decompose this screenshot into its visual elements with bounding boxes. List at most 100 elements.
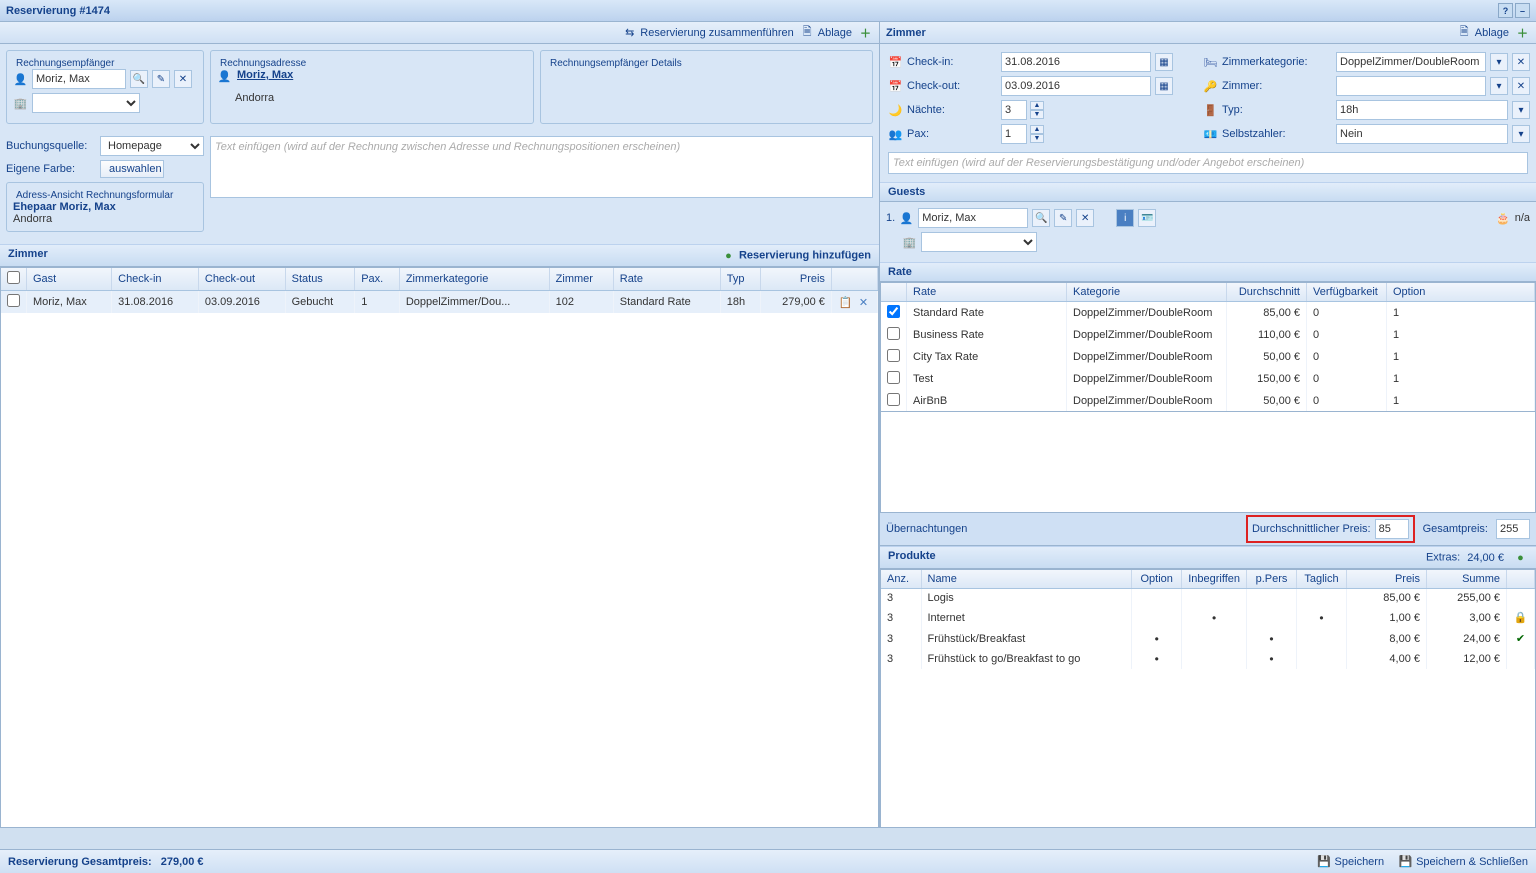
table-row[interactable]: AirBnB DoppelZimmer/DoubleRoom 50,00 € 0… xyxy=(881,390,1535,412)
dropdown-icon[interactable]: ▾ xyxy=(1512,125,1530,143)
col-pax[interactable]: Pax. xyxy=(355,268,400,291)
col-kategorie[interactable]: Zimmerkategorie xyxy=(399,268,549,291)
type-input[interactable] xyxy=(1336,100,1508,120)
col-inbegriffen[interactable]: Inbegriffen xyxy=(1182,570,1247,589)
cell-name: Internet xyxy=(921,607,1132,628)
rate-checkbox[interactable] xyxy=(887,305,900,318)
guest-name-input[interactable] xyxy=(918,208,1028,228)
col-summe[interactable]: Summe xyxy=(1427,570,1507,589)
table-row[interactable]: 3 Frühstück to go/Breakfast to go • • 4,… xyxy=(881,649,1535,669)
cell-avg: 110,00 € xyxy=(1227,324,1307,346)
minimize-icon[interactable]: – xyxy=(1515,3,1530,18)
table-row[interactable]: 3 Logis 85,00 € 255,00 € xyxy=(881,589,1535,608)
extras-label: Extras: xyxy=(1426,552,1460,564)
select-all-checkbox[interactable] xyxy=(7,271,20,284)
selfpay-input[interactable] xyxy=(1336,124,1508,144)
col-rate[interactable]: Rate xyxy=(613,268,720,291)
reservation-text-input[interactable]: Text einfügen (wird auf der Reservierung… xyxy=(888,152,1528,174)
table-row[interactable]: 3 Internet • • 1,00 € 3,00 € 🔒 xyxy=(881,607,1535,628)
delete-icon[interactable]: ✕ xyxy=(174,70,192,88)
billing-name-input[interactable] xyxy=(32,69,126,89)
help-icon[interactable]: ? xyxy=(1498,3,1513,18)
checkin-input[interactable] xyxy=(1001,52,1151,72)
col-status[interactable]: Status xyxy=(285,268,355,291)
rate-checkbox[interactable] xyxy=(887,393,900,406)
col-name[interactable]: Name xyxy=(921,570,1132,589)
table-row[interactable]: 3 Frühstück/Breakfast • • 8,00 € 24,00 €… xyxy=(881,628,1535,649)
col-checkin[interactable]: Check-in xyxy=(112,268,199,291)
search-icon[interactable]: 🔍 xyxy=(130,70,148,88)
col-anz[interactable]: Anz. xyxy=(881,570,921,589)
col-opt[interactable]: Option xyxy=(1387,283,1535,302)
dropdown-icon[interactable]: ▾ xyxy=(1490,77,1508,95)
col-avail[interactable]: Verfügbarkeit xyxy=(1307,283,1387,302)
billing-recipient-legend: Rechnungsempfänger xyxy=(13,58,117,69)
spin-down[interactable]: ▼ xyxy=(1030,134,1044,143)
pax-input[interactable] xyxy=(1001,124,1027,144)
spin-up[interactable]: ▲ xyxy=(1030,125,1044,134)
col-checkout[interactable]: Check-out xyxy=(198,268,285,291)
table-row[interactable]: Standard Rate DoppelZimmer/DoubleRoom 85… xyxy=(881,302,1535,325)
col-preis[interactable]: Preis xyxy=(760,268,831,291)
col-kat[interactable]: Kategorie xyxy=(1067,283,1227,302)
col-typ[interactable]: Typ xyxy=(720,268,760,291)
edit-icon[interactable]: ✎ xyxy=(152,70,170,88)
delete-icon[interactable]: ✕ xyxy=(1076,209,1094,227)
cell-checkout: 03.09.2016 xyxy=(198,291,285,314)
guest-company-select[interactable] xyxy=(921,232,1037,252)
table-row[interactable]: Business Rate DoppelZimmer/DoubleRoom 11… xyxy=(881,324,1535,346)
save-close-button[interactable]: 💾 Speichern & Schließen xyxy=(1398,854,1528,869)
clear-icon[interactable]: ✕ xyxy=(1512,77,1530,95)
spin-up[interactable]: ▲ xyxy=(1030,101,1044,110)
category-input[interactable] xyxy=(1336,52,1486,72)
col-rate[interactable]: Rate xyxy=(907,283,1067,302)
nights-label: Nächte: xyxy=(907,104,997,116)
room-input[interactable] xyxy=(1336,76,1486,96)
add-icon[interactable]: ＋ xyxy=(1515,25,1530,40)
col-option[interactable]: Option xyxy=(1132,570,1182,589)
col-preis[interactable]: Preis xyxy=(1347,570,1427,589)
table-row[interactable]: Test DoppelZimmer/DoubleRoom 150,00 € 0 … xyxy=(881,368,1535,390)
search-icon[interactable]: 🔍 xyxy=(1032,209,1050,227)
ablage-link-right[interactable]: 🗎 Ablage xyxy=(1457,25,1509,40)
ablage-link-left[interactable]: 🗎 Ablage xyxy=(800,25,852,40)
dropdown-icon[interactable]: ▾ xyxy=(1512,101,1530,119)
billing-company-select[interactable] xyxy=(32,93,140,113)
col-gast[interactable]: Gast xyxy=(27,268,112,291)
booking-source-select[interactable]: Homepage xyxy=(100,136,204,156)
edit-icon[interactable]: ✎ xyxy=(1054,209,1072,227)
table-row[interactable]: City Tax Rate DoppelZimmer/DoubleRoom 50… xyxy=(881,346,1535,368)
add-product-icon[interactable]: ● xyxy=(1513,550,1528,565)
add-icon[interactable]: ＋ xyxy=(858,25,873,40)
save-button[interactable]: 💾 Speichern xyxy=(1317,854,1385,869)
check-icon[interactable]: ✔ xyxy=(1513,631,1528,646)
key-icon: 🔑 xyxy=(1203,79,1218,94)
copy-icon[interactable]: 📋 xyxy=(838,295,853,310)
merge-reservation-link[interactable]: ⇆ Reservierung zusammenführen xyxy=(622,25,793,40)
id-icon[interactable]: 🪪 xyxy=(1138,209,1156,227)
col-avg[interactable]: Durchschnitt xyxy=(1227,283,1307,302)
clear-icon[interactable]: ✕ xyxy=(1512,53,1530,71)
col-zimmer[interactable]: Zimmer xyxy=(549,268,613,291)
spin-down[interactable]: ▼ xyxy=(1030,110,1044,119)
delete-row-icon[interactable]: ✕ xyxy=(856,295,871,310)
choose-color-button[interactable]: auswahlen xyxy=(100,160,164,178)
avg-price-input[interactable] xyxy=(1375,519,1409,539)
checkout-input[interactable] xyxy=(1001,76,1151,96)
calendar-picker-icon[interactable]: ▦ xyxy=(1155,53,1173,71)
row-checkbox[interactable] xyxy=(7,294,20,307)
col-ppers[interactable]: p.Pers xyxy=(1247,570,1297,589)
invoice-text-input[interactable]: Text einfügen (wird auf der Rechnung zwi… xyxy=(210,136,873,198)
col-taglich[interactable]: Taglich xyxy=(1297,570,1347,589)
billing-address-name[interactable]: Moriz, Max xyxy=(237,69,293,84)
rate-checkbox[interactable] xyxy=(887,327,900,340)
total-price-input[interactable] xyxy=(1496,519,1530,539)
info-icon[interactable]: i xyxy=(1116,209,1134,227)
nights-input[interactable] xyxy=(1001,100,1027,120)
rate-checkbox[interactable] xyxy=(887,371,900,384)
rate-checkbox[interactable] xyxy=(887,349,900,362)
add-reservation-button[interactable]: ● Reservierung hinzufügen xyxy=(721,248,871,263)
table-row[interactable]: Moriz, Max 31.08.2016 03.09.2016 Gebucht… xyxy=(1,291,878,314)
calendar-picker-icon[interactable]: ▦ xyxy=(1155,77,1173,95)
dropdown-icon[interactable]: ▾ xyxy=(1490,53,1508,71)
